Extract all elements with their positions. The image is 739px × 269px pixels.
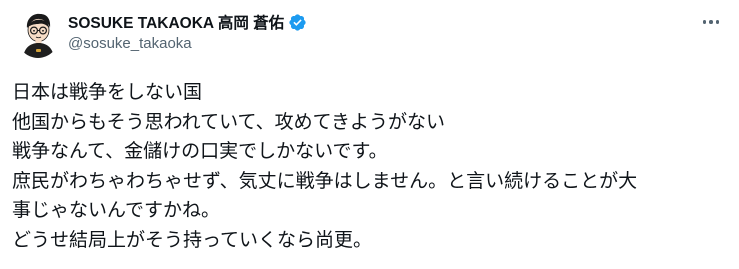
more-dot-icon [709, 20, 713, 24]
tweet-header: SOSUKE TAKAOKA 高岡 蒼佑 @sosuke_takaoka [68, 10, 699, 54]
avatar-illustration [23, 13, 54, 58]
verified-badge-icon [288, 13, 307, 32]
user-handle[interactable]: @sosuke_takaoka [68, 35, 699, 52]
more-options-button[interactable] [697, 12, 725, 32]
tweet-text-line: 日本は戦争をしない国 [12, 81, 203, 103]
tweet-text: 日本は戦争をしない国 他国からもそう思われていて、攻めてきようがない 戦争なんて… [12, 78, 732, 255]
display-name[interactable]: SOSUKE TAKAOKA 高岡 蒼佑 [68, 11, 284, 33]
tweet-text-line: 事じゃないんですかね。 [12, 199, 221, 221]
avatar[interactable] [16, 10, 60, 58]
more-dot-icon [702, 20, 707, 24]
tweet-text-line: どうせ結局上がそう持っていくなら尚更。 [12, 228, 373, 251]
tweet-text-line: 庶民がわちゃわちゃせず、気丈に戦争はしません。と言い続けることが大 [12, 169, 638, 192]
tweet: SOSUKE TAKAOKA 高岡 蒼佑 @sosuke_takaoka 日本は… [0, 0, 739, 269]
more-dot-icon [715, 20, 720, 24]
tweet-text-line: 他国からもそう思われていて、攻めてきようがない [12, 110, 446, 133]
name-row: SOSUKE TAKAOKA 高岡 蒼佑 [68, 10, 699, 34]
tweet-text-line: 戦争なんて、金儲けの口実でしかないです。 [12, 140, 388, 162]
